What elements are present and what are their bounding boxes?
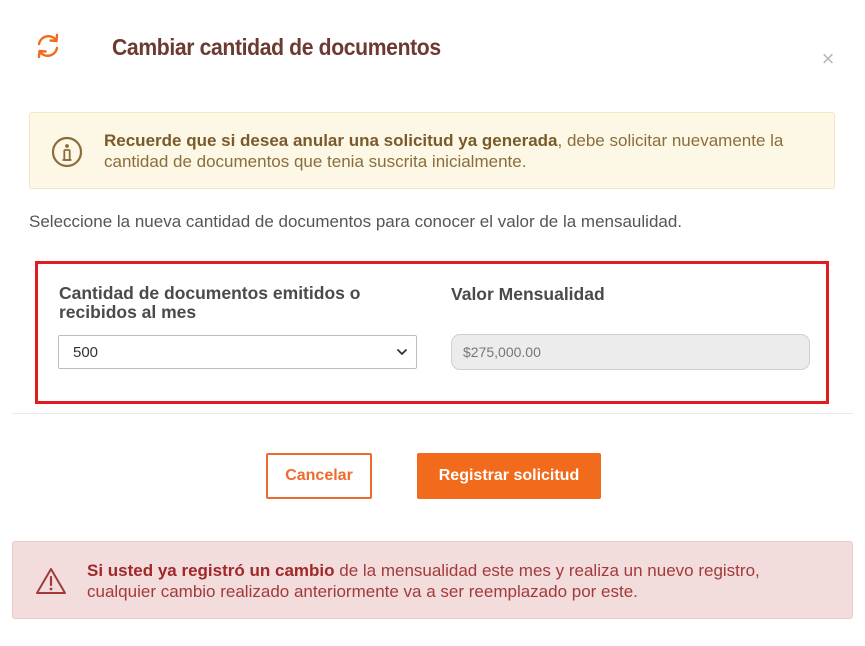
monthly-value-field: $275,000.00 xyxy=(451,334,810,370)
info-alert: Recuerde que si desea anular una solicit… xyxy=(29,112,835,189)
quantity-select[interactable]: 500 xyxy=(58,335,417,369)
monthly-value-label: Valor Mensualidad xyxy=(451,284,605,304)
dialog-title: Cambiar cantidad de documentos xyxy=(112,34,441,60)
register-request-button[interactable]: Registrar solicitud xyxy=(417,453,601,499)
refresh-icon xyxy=(37,33,59,59)
quantity-label: Cantidad de documentos emitidos o recibi… xyxy=(59,283,361,322)
monthly-value-text: $275,000.00 xyxy=(463,344,541,360)
quantity-select-value: 500 xyxy=(73,344,99,361)
warning-message: Si usted ya registró un cambio de la men… xyxy=(87,560,827,602)
chevron-down-icon xyxy=(397,349,407,355)
info-message-bold: Recuerde que si desea anular una solicit… xyxy=(104,131,558,150)
divider xyxy=(12,413,853,414)
warning-message-bold: Si usted ya registró un cambio xyxy=(87,561,335,580)
dialog-header: Cambiar cantidad de documentos × xyxy=(0,0,865,100)
warning-alert: Si usted ya registró un cambio de la men… xyxy=(12,541,853,619)
selection-panel: Cantidad de documentos emitidos o recibi… xyxy=(35,261,829,404)
intro-text: Seleccione la nueva cantidad de document… xyxy=(29,212,683,231)
info-message: Recuerde que si desea anular una solicit… xyxy=(104,130,804,172)
info-icon xyxy=(51,136,83,168)
warning-icon xyxy=(36,568,66,594)
close-icon[interactable]: × xyxy=(817,48,839,70)
cancel-button[interactable]: Cancelar xyxy=(266,453,372,499)
